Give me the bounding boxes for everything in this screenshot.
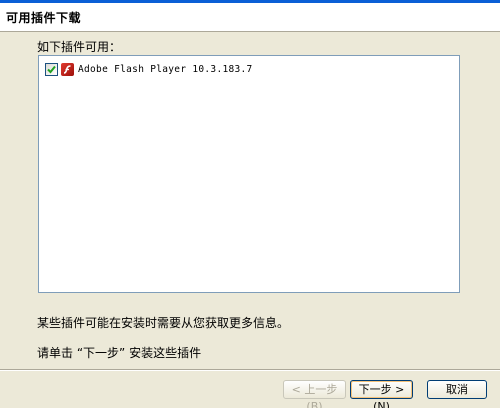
more-info-note: 某些插件可能在安装时需要从您获取更多信息。 xyxy=(37,316,290,330)
back-button[interactable]: < 上一步(B) xyxy=(283,380,346,408)
checkmark-icon xyxy=(47,65,56,73)
dialog-header: 可用插件下载 xyxy=(0,3,500,32)
footer-divider xyxy=(0,369,500,371)
cancel-button[interactable]: 取消 xyxy=(427,380,487,399)
list-item[interactable]: Adobe Flash Player 10.3.183.7 xyxy=(45,61,253,77)
flash-icon xyxy=(61,62,74,76)
plugin-download-dialog: 可用插件下载 如下插件可用： Adobe Flash Player 10.3.1… xyxy=(0,0,500,408)
instruction-note: 请单击 “下一步” 安装这些插件 xyxy=(37,346,202,360)
available-plugins-label: 如下插件可用： xyxy=(37,40,122,54)
plugin-name: Adobe Flash Player 10.3.183.7 xyxy=(78,63,253,75)
plugin-list[interactable]: Adobe Flash Player 10.3.183.7 xyxy=(38,55,460,293)
next-button[interactable]: 下一步 >(N) xyxy=(350,380,413,408)
plugin-checkbox[interactable] xyxy=(45,62,58,76)
page-title: 可用插件下载 xyxy=(6,11,82,25)
